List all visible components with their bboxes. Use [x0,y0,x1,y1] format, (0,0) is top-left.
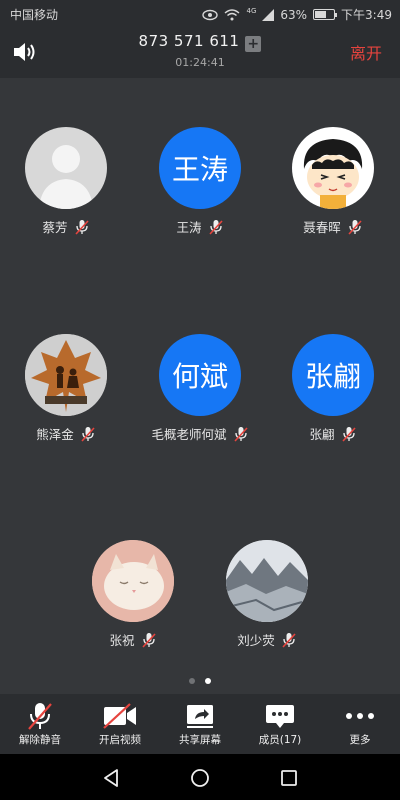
more-icon [346,713,374,719]
participant-name: 张祝 [109,633,135,648]
participant-tile[interactable]: 张祝 [68,540,198,649]
start-video-button[interactable]: 开启视频 [80,694,160,754]
participant-tile[interactable]: 蔡芳 [1,127,131,236]
avatar-initials: 张翩 [304,360,361,393]
participant-name: 刘少荧 [237,633,275,648]
avatar: 王涛 [159,127,241,209]
wifi-icon [225,8,240,20]
participant-tile[interactable]: 刘少荧 [202,540,332,649]
mic-muted-icon [74,219,89,235]
status-icons: 4G 63% 下午3:49 [202,6,392,23]
carrier-name: 中国移动 [10,8,59,22]
unmute-button[interactable]: 解除静音 [0,694,80,754]
meeting-duration: 01:24:41 [175,56,225,69]
participant-name: 熊泽金 [36,427,74,442]
avatar: 张翩 [292,334,374,416]
battery-icon [313,9,338,20]
meeting-id-row[interactable]: 873 571 611 + [0,32,400,52]
network-type: 4G [246,6,257,15]
participant-name: 聂春晖 [303,220,341,235]
participant-name: 毛概老师何斌 [151,427,227,442]
mic-muted-icon [208,219,223,235]
mic-muted-icon [141,632,156,648]
share-screen-label: 共享屏幕 [179,734,221,746]
back-icon[interactable] [100,767,122,789]
avatar-initials: 何斌 [171,360,228,393]
page-dot[interactable] [189,678,195,684]
mic-muted-icon [81,426,95,442]
battery-fill [315,11,327,18]
system-nav-bar [0,754,400,800]
participant-tile[interactable]: 聂春晖 [268,127,398,236]
avatar: 何斌 [159,334,241,416]
leaf-photo-avatar [25,334,107,416]
meeting-header: 873 571 611 + 01:24:41 离开 [0,28,400,78]
leave-button[interactable]: 离开 [350,40,382,64]
meeting-toolbar: 解除静音 开启视频 共享屏幕 成员(17) 更多 [0,694,400,754]
home-icon[interactable] [189,767,211,789]
participant-name: 张翩 [309,427,335,442]
mic-muted-icon [348,219,362,235]
recents-icon[interactable] [278,767,300,789]
participant-grid: 蔡芳 王涛 王涛 聂春晖 熊泽金 何斌 毛概老师何斌 张翩 张翩 张祝 刘少荧 [0,78,400,694]
mic-muted-icon [341,426,356,442]
cartoon-avatar-icon [292,127,374,209]
avatar-initials: 王涛 [171,153,228,186]
share-screen-button[interactable]: 共享屏幕 [160,694,240,754]
battery-percent: 63% [280,7,308,22]
participant-tile[interactable]: 熊泽金 [1,334,131,443]
start-video-label: 开启视频 [99,734,141,746]
chat-bubble-icon [266,705,294,728]
members-button[interactable]: 成员(17) [240,694,320,754]
eye-icon [202,9,219,20]
page-dot-active[interactable] [205,678,211,684]
mic-muted-icon [28,703,52,730]
participant-tile[interactable]: 张翩 张翩 [268,334,398,443]
participant-name: 王涛 [176,220,202,235]
participant-name: 蔡芳 [42,220,68,235]
share-screen-icon [187,705,213,728]
plus-icon[interactable]: + [245,36,262,52]
mic-muted-icon [282,632,296,648]
mic-muted-icon [233,426,248,442]
cat-photo-avatar [92,540,174,622]
more-label: 更多 [349,734,371,746]
clock: 下午3:49 [341,8,392,22]
meeting-id: 873 571 611 [138,32,240,50]
more-button[interactable]: 更多 [320,694,400,754]
participant-tile[interactable]: 王涛 王涛 [135,127,265,236]
painting-photo-avatar [226,540,308,622]
status-bar: 中国移动 4G 63% 下午3:49 [0,0,400,28]
video-off-icon [103,703,136,729]
default-avatar-icon [25,127,107,209]
signal-icon [262,8,275,21]
page-indicator[interactable] [0,678,400,684]
participant-tile[interactable]: 何斌 毛概老师何斌 [135,334,265,443]
unmute-label: 解除静音 [19,734,61,746]
members-label: 成员(17) [258,734,302,746]
